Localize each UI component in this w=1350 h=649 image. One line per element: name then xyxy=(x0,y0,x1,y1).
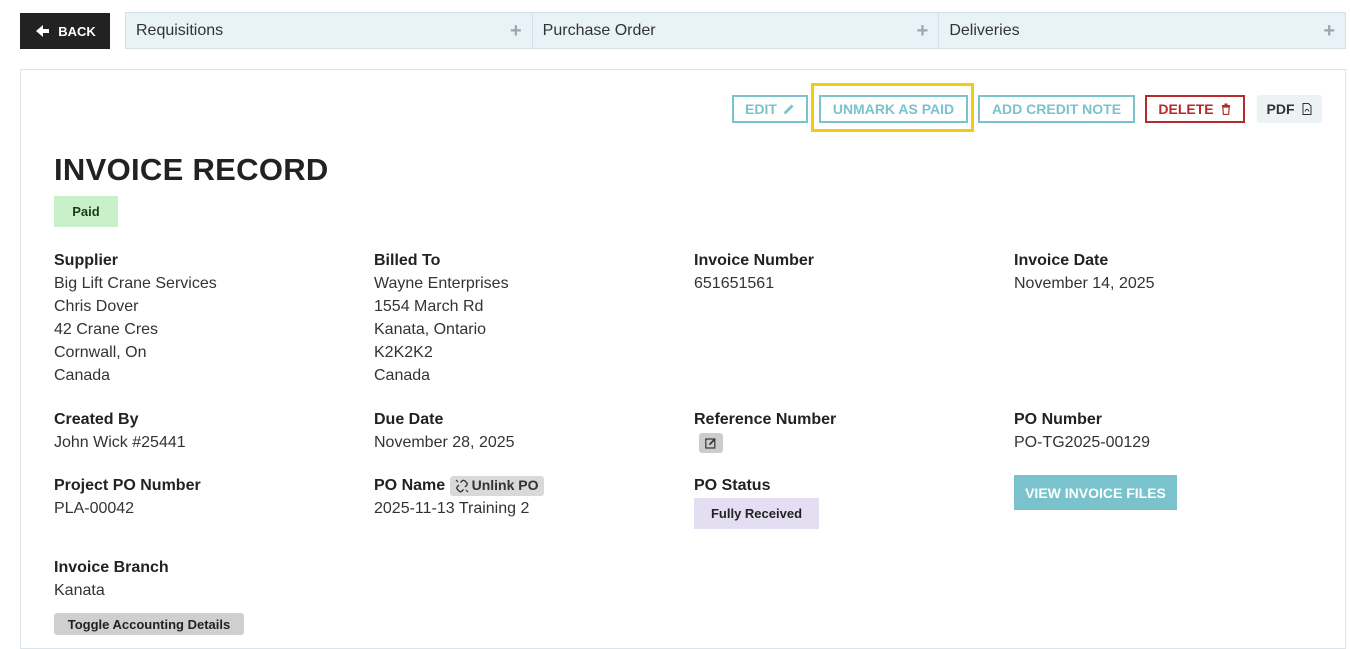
edit-icon xyxy=(705,438,716,449)
due-date-block: Due Date November 28, 2025 xyxy=(374,408,515,454)
plus-icon[interactable]: + xyxy=(917,21,929,41)
delete-button[interactable]: DELETE xyxy=(1145,95,1245,123)
workflow-tabs: Requisitions + Purchase Order + Deliveri… xyxy=(125,12,1346,49)
project-po-value: PLA-00042 xyxy=(54,500,135,517)
po-status-label: PO Status xyxy=(694,477,771,494)
supplier-line: Cornwall, On xyxy=(54,344,147,361)
created-by-block: Created By John Wick #25441 xyxy=(54,408,186,454)
tab-requisitions[interactable]: Requisitions + xyxy=(126,13,533,48)
created-by-label: Created By xyxy=(54,411,139,428)
supplier-line: 42 Crane Cres xyxy=(54,321,159,338)
back-label: BACK xyxy=(58,23,96,39)
supplier-line: Big Lift Crane Services xyxy=(54,275,217,292)
due-date-label: Due Date xyxy=(374,411,444,428)
plus-icon[interactable]: + xyxy=(1323,21,1335,41)
tab-deliveries[interactable]: Deliveries + xyxy=(939,13,1345,48)
file-pdf-icon xyxy=(1302,103,1311,115)
project-po-block: Project PO Number PLA-00042 xyxy=(54,474,201,520)
invoice-date-value: November 14, 2025 xyxy=(1014,275,1155,292)
invoice-number-value: 651651561 xyxy=(694,275,775,292)
back-button[interactable]: BACK xyxy=(20,13,110,49)
edit-label: EDIT xyxy=(745,101,777,117)
unlink-po-button[interactable]: Unlink PO xyxy=(449,475,544,496)
paid-status-badge: Paid xyxy=(54,196,118,227)
po-name-block: PO Name Unlink PO 2025-11-13 Training 2 xyxy=(374,474,544,520)
po-status-block: PO Status Fully Received xyxy=(694,474,819,529)
tab-label: Deliveries xyxy=(949,21,1020,39)
billed-to-line: K2K2K2 xyxy=(374,344,433,361)
billed-to-line: Kanata, Ontario xyxy=(374,321,487,338)
po-name-label: PO Name xyxy=(374,477,446,494)
page-title: INVOICE RECORD xyxy=(54,152,329,187)
billed-to-line: Wayne Enterprises xyxy=(374,275,509,292)
invoice-number-block: Invoice Number 651651561 xyxy=(694,249,814,295)
arrow-left-icon xyxy=(36,25,50,37)
unlink-label: Unlink PO xyxy=(471,477,539,494)
due-date-value: November 28, 2025 xyxy=(374,434,515,451)
billed-to-line: 1554 March Rd xyxy=(374,298,484,315)
invoice-branch-value: Kanata xyxy=(54,582,105,599)
invoice-branch-label: Invoice Branch xyxy=(54,559,169,576)
add-credit-note-button[interactable]: ADD CREDIT NOTE xyxy=(978,95,1135,123)
billed-to-label: Billed To xyxy=(374,252,441,269)
invoice-number-label: Invoice Number xyxy=(694,252,815,269)
reference-number-label: Reference Number xyxy=(694,411,837,428)
tab-purchase-order[interactable]: Purchase Order + xyxy=(533,13,940,48)
unlink-icon xyxy=(455,479,469,493)
credit-label: ADD CREDIT NOTE xyxy=(991,101,1122,117)
po-number-value: PO-TG2025-00129 xyxy=(1014,434,1151,451)
project-po-label: Project PO Number xyxy=(54,477,201,494)
po-number-label: PO Number xyxy=(1014,411,1103,428)
po-status-badge: Fully Received xyxy=(694,498,819,529)
supplier-line: Canada xyxy=(54,367,111,384)
unmark-label: UNMARK AS PAID xyxy=(832,101,955,117)
invoice-date-label: Invoice Date xyxy=(1014,252,1109,269)
billed-to-block: Billed To Wayne Enterprises 1554 March R… xyxy=(374,249,509,387)
supplier-block: Supplier Big Lift Crane Services Chris D… xyxy=(54,249,217,387)
supplier-label: Supplier xyxy=(54,252,119,269)
plus-icon[interactable]: + xyxy=(510,21,522,41)
pencil-icon xyxy=(783,104,794,114)
edit-reference-button[interactable] xyxy=(699,433,723,453)
tab-label: Purchase Order xyxy=(542,21,656,39)
view-invoice-files-button[interactable]: VIEW INVOICE FILES xyxy=(1014,475,1177,510)
pdf-button[interactable]: PDF xyxy=(1257,95,1322,123)
invoice-card: EDIT UNMARK AS PAID ADD CREDIT NOTE DELE… xyxy=(20,69,1346,649)
edit-button[interactable]: EDIT xyxy=(732,95,808,123)
pdf-label: PDF xyxy=(1266,101,1295,117)
unmark-as-paid-button[interactable]: UNMARK AS PAID xyxy=(819,95,968,123)
toggle-accounting-details-button[interactable]: Toggle Accounting Details xyxy=(54,613,244,635)
reference-number-block: Reference Number xyxy=(694,408,836,456)
delete-label: DELETE xyxy=(1158,101,1214,117)
trash-icon xyxy=(1221,103,1230,115)
supplier-line: Chris Dover xyxy=(54,298,139,315)
billed-to-line: Canada xyxy=(374,367,431,384)
invoice-branch-block: Invoice Branch Kanata xyxy=(54,556,169,602)
po-number-block: PO Number PO-TG2025-00129 xyxy=(1014,408,1150,454)
po-name-value: 2025-11-13 Training 2 xyxy=(374,500,530,517)
invoice-date-block: Invoice Date November 14, 2025 xyxy=(1014,249,1155,295)
tab-label: Requisitions xyxy=(136,21,224,39)
created-by-value: John Wick #25441 xyxy=(54,434,186,451)
